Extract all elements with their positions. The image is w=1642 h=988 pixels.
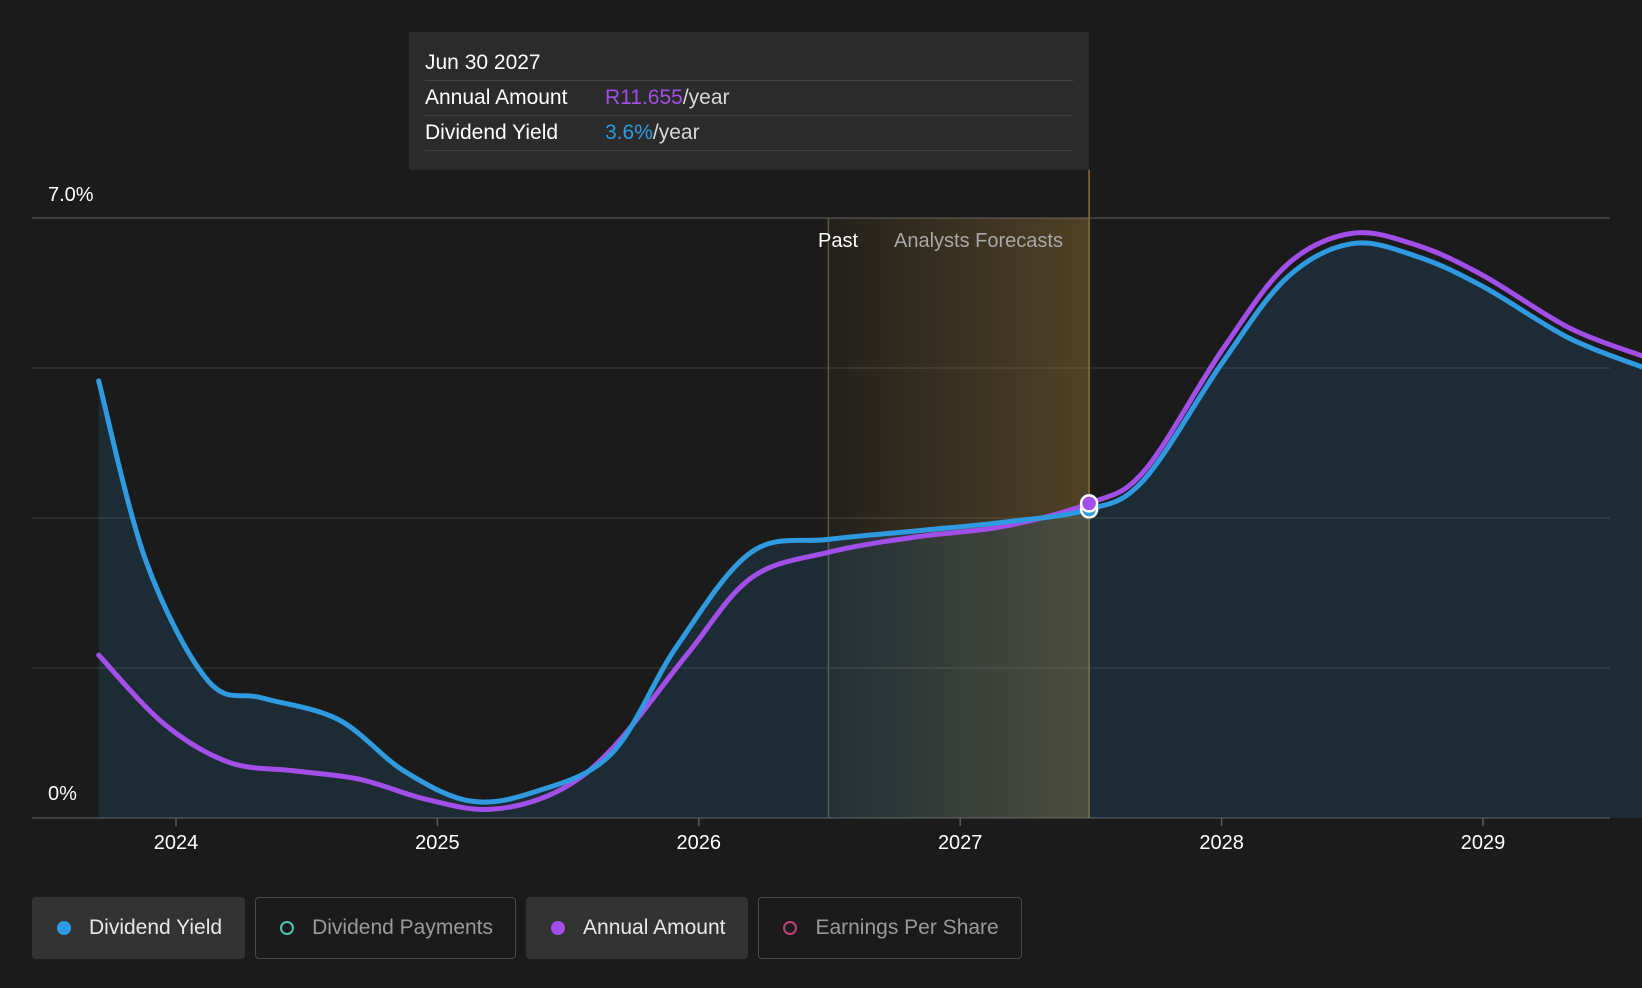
chart-tooltip: Jun 30 2027 Annual Amount R11.655 /year … xyxy=(409,32,1089,170)
legend-dividend-payments-button[interactable]: Dividend Payments xyxy=(255,897,517,959)
tooltip-date: Jun 30 2027 xyxy=(425,46,1073,81)
tooltip-value: 3.6% xyxy=(605,121,653,144)
legend-annual-amount-button[interactable]: Annual Amount xyxy=(526,897,749,959)
tooltip-suffix: /year xyxy=(652,121,700,144)
past-label: Past xyxy=(818,230,859,252)
legend-earnings-per-share-button[interactable]: Earnings Per Share xyxy=(758,897,1022,959)
legend-label: Earnings Per Share xyxy=(815,916,999,939)
legend-label: Annual Amount xyxy=(583,916,726,939)
tooltip-label: Dividend Yield xyxy=(425,121,559,144)
legend-dot-icon xyxy=(551,921,566,935)
y-tick-label-max: 7.0% xyxy=(48,184,94,206)
chart-legend: Dividend Yield Dividend Payments Annual … xyxy=(32,897,1022,959)
tooltip-suffix: /year xyxy=(682,86,730,109)
x-tick-label: 2026 xyxy=(676,832,722,854)
tooltip-label: Annual Amount xyxy=(425,86,568,109)
x-tick-label: 2029 xyxy=(1460,832,1506,854)
x-tick-label: 2025 xyxy=(415,832,460,854)
legend-label: Dividend Yield xyxy=(89,916,223,939)
y-tick-label-zero: 0% xyxy=(48,783,77,805)
forecast-label: Analysts Forecasts xyxy=(894,230,1063,252)
tooltip-value: R11.655 xyxy=(605,86,683,109)
legend-label: Dividend Payments xyxy=(312,916,494,939)
legend-dividend-yield-button[interactable]: Dividend Yield xyxy=(32,897,246,959)
x-tick-label: 2027 xyxy=(937,832,983,854)
tooltip-row-annual-amount: Annual Amount R11.655 /year xyxy=(425,81,1073,116)
x-tick-label: 2028 xyxy=(1199,832,1244,854)
legend-dot-icon xyxy=(57,921,71,935)
annual-amount-marker xyxy=(1079,494,1099,513)
legend-ring-icon xyxy=(280,921,295,935)
tooltip-row-dividend-yield: Dividend Yield 3.6% /year xyxy=(425,116,1073,151)
x-tick-label: 2024 xyxy=(153,832,199,854)
legend-ring-icon xyxy=(783,921,798,935)
